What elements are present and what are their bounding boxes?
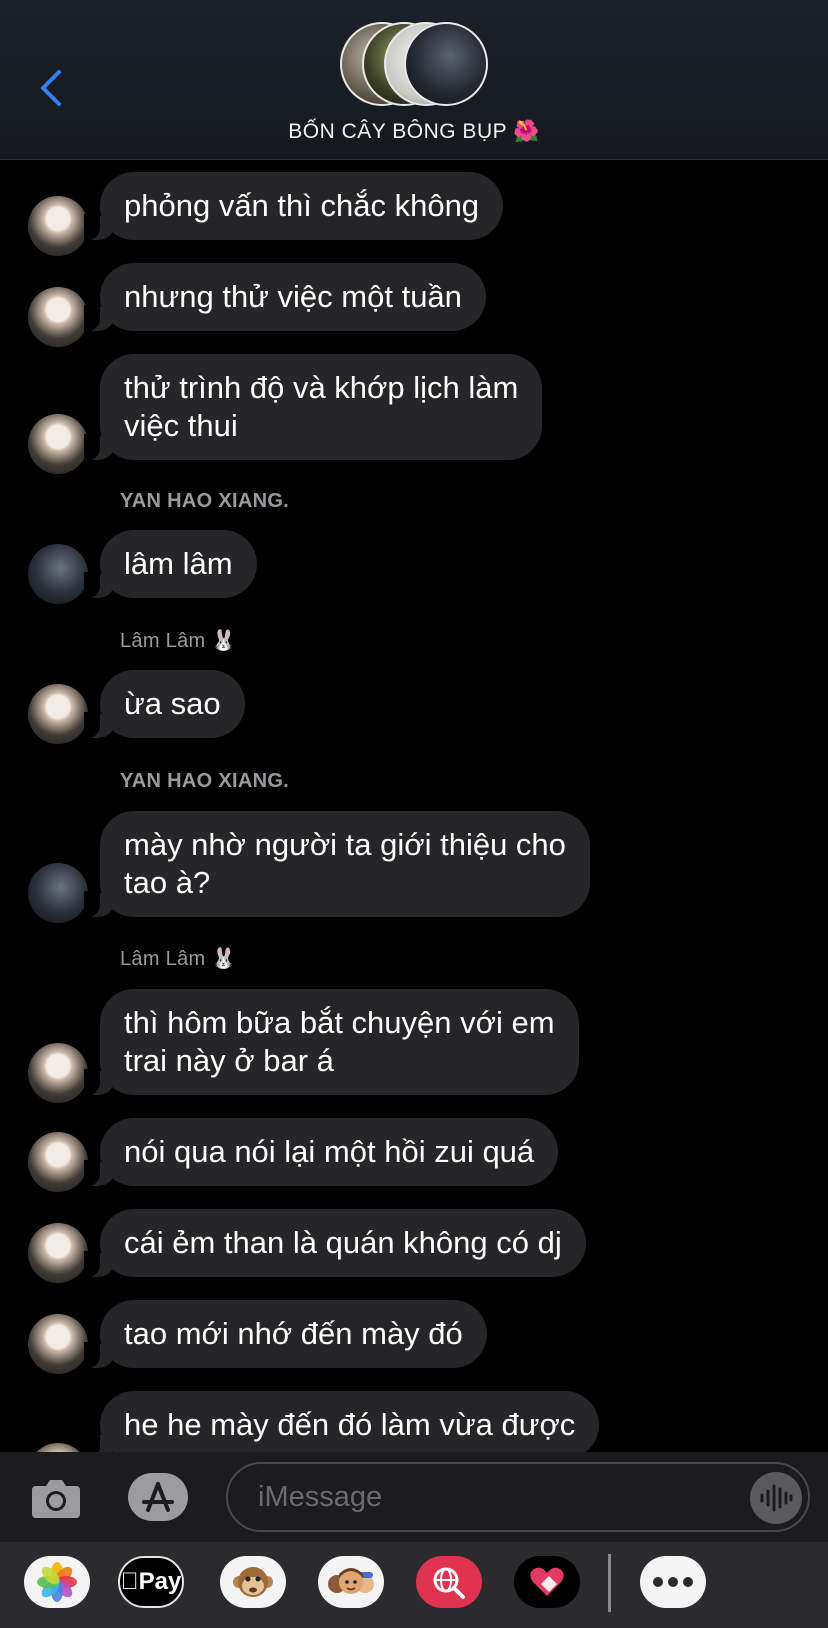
digital-touch-icon	[530, 1567, 564, 1596]
camera-button[interactable]	[30, 1474, 82, 1522]
web-search-button[interactable]	[416, 1556, 482, 1608]
web-search-icon	[433, 1567, 465, 1599]
audio-message-button[interactable]	[750, 1472, 802, 1524]
message-list[interactable]: phỏng vấn thì chắc không nhưng thử việc …	[0, 160, 828, 1452]
sender-avatar[interactable]	[28, 1043, 88, 1103]
apple-pay-button[interactable]:  Pay	[118, 1556, 184, 1608]
sender-avatar[interactable]	[28, 544, 88, 604]
app-store-button[interactable]	[126, 1472, 190, 1522]
apple-pay-icon: 	[121, 1568, 139, 1596]
sender-avatar[interactable]	[28, 1443, 88, 1452]
camera-icon	[32, 1480, 80, 1518]
message-bubble[interactable]: cái ẻm than là quán không có dj	[84, 1209, 586, 1277]
drawer-divider	[608, 1554, 611, 1612]
apple-pay-label: Pay	[129, 1568, 182, 1595]
app-store-icon	[142, 1482, 174, 1512]
message-bubble[interactable]: he he mày đến đó làm vừa được	[83, 1391, 600, 1452]
animoji-icon	[233, 1567, 273, 1597]
conversation-header: BỐN CÂY BÔNG BỤP 🌺	[0, 0, 828, 160]
message-input[interactable]	[226, 1462, 810, 1532]
message-bubble[interactable]: lâm lâm	[84, 530, 257, 598]
message-bubble[interactable]: mày nhờ người ta giới thiệu cho tao à?	[84, 811, 590, 917]
message-bubble[interactable]: thì hôm bữa bắt chuyện với em trai này ở…	[84, 989, 579, 1095]
photos-app-button[interactable]	[24, 1556, 90, 1608]
digital-touch-button[interactable]	[514, 1556, 580, 1608]
sender-avatar[interactable]	[28, 863, 88, 923]
animoji-button[interactable]	[220, 1556, 286, 1608]
compose-bar	[0, 1452, 828, 1542]
group-avatars[interactable]	[340, 22, 490, 108]
memoji-button[interactable]	[318, 1556, 384, 1608]
more-apps-button[interactable]	[640, 1556, 706, 1608]
photos-app-icon	[37, 1562, 77, 1602]
message-bubble[interactable]: nói qua nói lại một hồi zui quá	[83, 1118, 559, 1186]
message-bubble[interactable]: ừa sao	[84, 670, 245, 738]
sender-avatar[interactable]	[28, 684, 88, 744]
sender-avatar[interactable]	[28, 414, 88, 474]
member-avatar	[404, 22, 488, 106]
memoji-icon	[328, 1568, 374, 1594]
audio-waveform-icon	[760, 1484, 793, 1512]
sender-avatar[interactable]	[28, 1223, 88, 1283]
sender-name-label: YAN HAO XIANG.	[120, 770, 290, 792]
message-bubble[interactable]: phỏng vấn thì chắc không	[83, 172, 504, 240]
sender-avatar[interactable]	[28, 287, 88, 347]
sender-name-label: YAN HAO XIANG.	[120, 490, 290, 512]
message-bubble[interactable]: thử trình độ và khớp lịch làm việc thui	[83, 354, 543, 460]
sender-avatar[interactable]	[28, 196, 88, 256]
app-drawer:  Pay	[0, 1542, 828, 1628]
sender-avatar[interactable]	[28, 1132, 88, 1192]
sender-avatar[interactable]	[28, 1314, 88, 1374]
back-button[interactable]	[30, 64, 70, 112]
sender-name-label: Lâm Lâm 🐰	[120, 948, 237, 970]
message-bubble[interactable]: tao mới nhớ đến mày đó	[84, 1300, 487, 1368]
message-bubble[interactable]: nhưng thử việc một tuần	[84, 263, 486, 331]
chevron-left-icon	[41, 70, 61, 106]
group-title[interactable]: BỐN CÂY BÔNG BỤP 🌺	[0, 120, 828, 144]
sender-name-label: Lâm Lâm 🐰	[120, 630, 237, 652]
more-apps-icon	[653, 1577, 693, 1587]
